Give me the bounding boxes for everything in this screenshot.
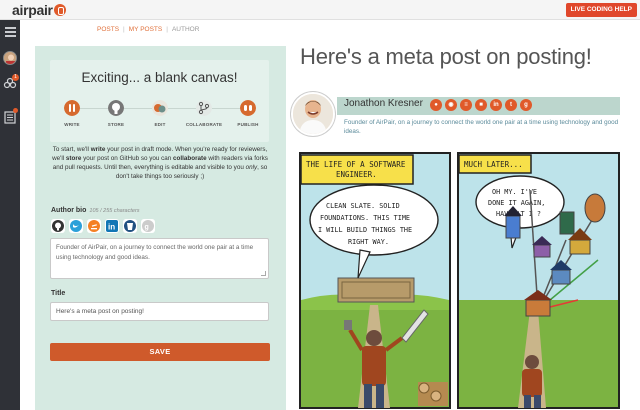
comic-panel-2: MUCH LATER... OH MY. I'VE DONE IT AGAIN,… (457, 152, 620, 409)
linkedin-social-icon[interactable]: in (105, 219, 119, 233)
step-publish: PUBLISH (228, 100, 268, 127)
top-bar: airpair LIVE CODING HELP (0, 0, 640, 20)
author-linkedin-icon[interactable]: in (490, 99, 502, 111)
logo-mark-icon (53, 4, 66, 16)
branch-icon (196, 100, 212, 116)
post-title: Here's a meta post on posting! (300, 44, 592, 69)
airpair-logo[interactable]: airpair (12, 2, 66, 18)
google-plus-social-icon[interactable]: g (141, 219, 155, 233)
posts-badge (13, 108, 18, 113)
bitbucket-social-icon[interactable] (123, 219, 137, 233)
twitter-social-icon[interactable] (69, 219, 83, 233)
workflow-steps: WRITE STORE EDIT COLLABORATE PUBLISH (52, 100, 270, 136)
notification-badge: 1 (12, 74, 19, 81)
github-icon (108, 100, 124, 116)
author-avatar (291, 92, 335, 136)
team-icon[interactable]: 1 (3, 74, 19, 91)
posts-icon[interactable] (3, 108, 18, 124)
breadcrumb-my-posts-link[interactable]: MY POSTS (129, 26, 162, 33)
write-icon (64, 100, 80, 116)
step-write: WRITE (52, 100, 92, 127)
author-google-plus-icon[interactable]: g (520, 99, 532, 111)
stackoverflow-social-icon[interactable] (87, 219, 101, 233)
author-twitter-icon[interactable]: t (505, 99, 517, 111)
svg-text:in: in (108, 223, 115, 232)
author-bio-text: Founder of AirPair, on a journey to conn… (344, 119, 619, 135)
svg-text:g: g (145, 224, 149, 231)
github-social-icon[interactable] (51, 219, 65, 233)
save-button[interactable]: SAVE (50, 343, 270, 361)
publish-icon (240, 100, 256, 116)
author-name[interactable]: Jonathon Kresner (344, 98, 423, 109)
bio-character-count: 105 / 255 characters (89, 208, 140, 214)
live-coding-help-button[interactable]: LIVE CODING HELP (565, 3, 637, 17)
user-avatar[interactable] (3, 51, 17, 65)
canvas-heading: Exciting... a blank canvas! (81, 70, 238, 85)
sidebar: 1 (0, 20, 20, 410)
breadcrumb-posts-link[interactable]: POSTS (97, 26, 119, 33)
step-store: STORE (96, 100, 136, 127)
title-input[interactable]: Here's a meta post on posting! (50, 302, 269, 321)
author-bitbucket-icon[interactable]: ■ (475, 99, 487, 111)
intro-text: To start, we'll write your post in draft… (52, 146, 268, 180)
comic-panel-1: THE LIFE OF A SOFTWARE ENGINEER. CLEAN S… (299, 152, 451, 409)
breadcrumb: POSTS | MY POSTS | AUTHOR (97, 26, 200, 33)
author-stackoverflow-icon[interactable]: ≡ (460, 99, 472, 111)
step-collaborate: COLLABORATE (184, 100, 224, 127)
resize-handle-icon[interactable] (261, 271, 266, 276)
hamburger-menu-icon[interactable] (5, 27, 16, 37)
panel-2-caption: MUCH LATER... (464, 160, 523, 169)
title-label: Title (51, 290, 66, 297)
author-airpair-icon[interactable]: ● (430, 99, 442, 111)
step-edit: EDIT (140, 100, 180, 127)
breadcrumb-current: AUTHOR (171, 26, 200, 33)
author-github-icon[interactable]: ◉ (445, 99, 457, 111)
comic-image: THE LIFE OF A SOFTWARE ENGINEER. CLEAN S… (298, 150, 621, 410)
author-bio-label: Author bio 105 / 255 characters (51, 207, 140, 214)
author-bio-textarea[interactable]: Founder of AirPair, on a journey to conn… (50, 238, 269, 279)
edit-icon (152, 100, 168, 116)
